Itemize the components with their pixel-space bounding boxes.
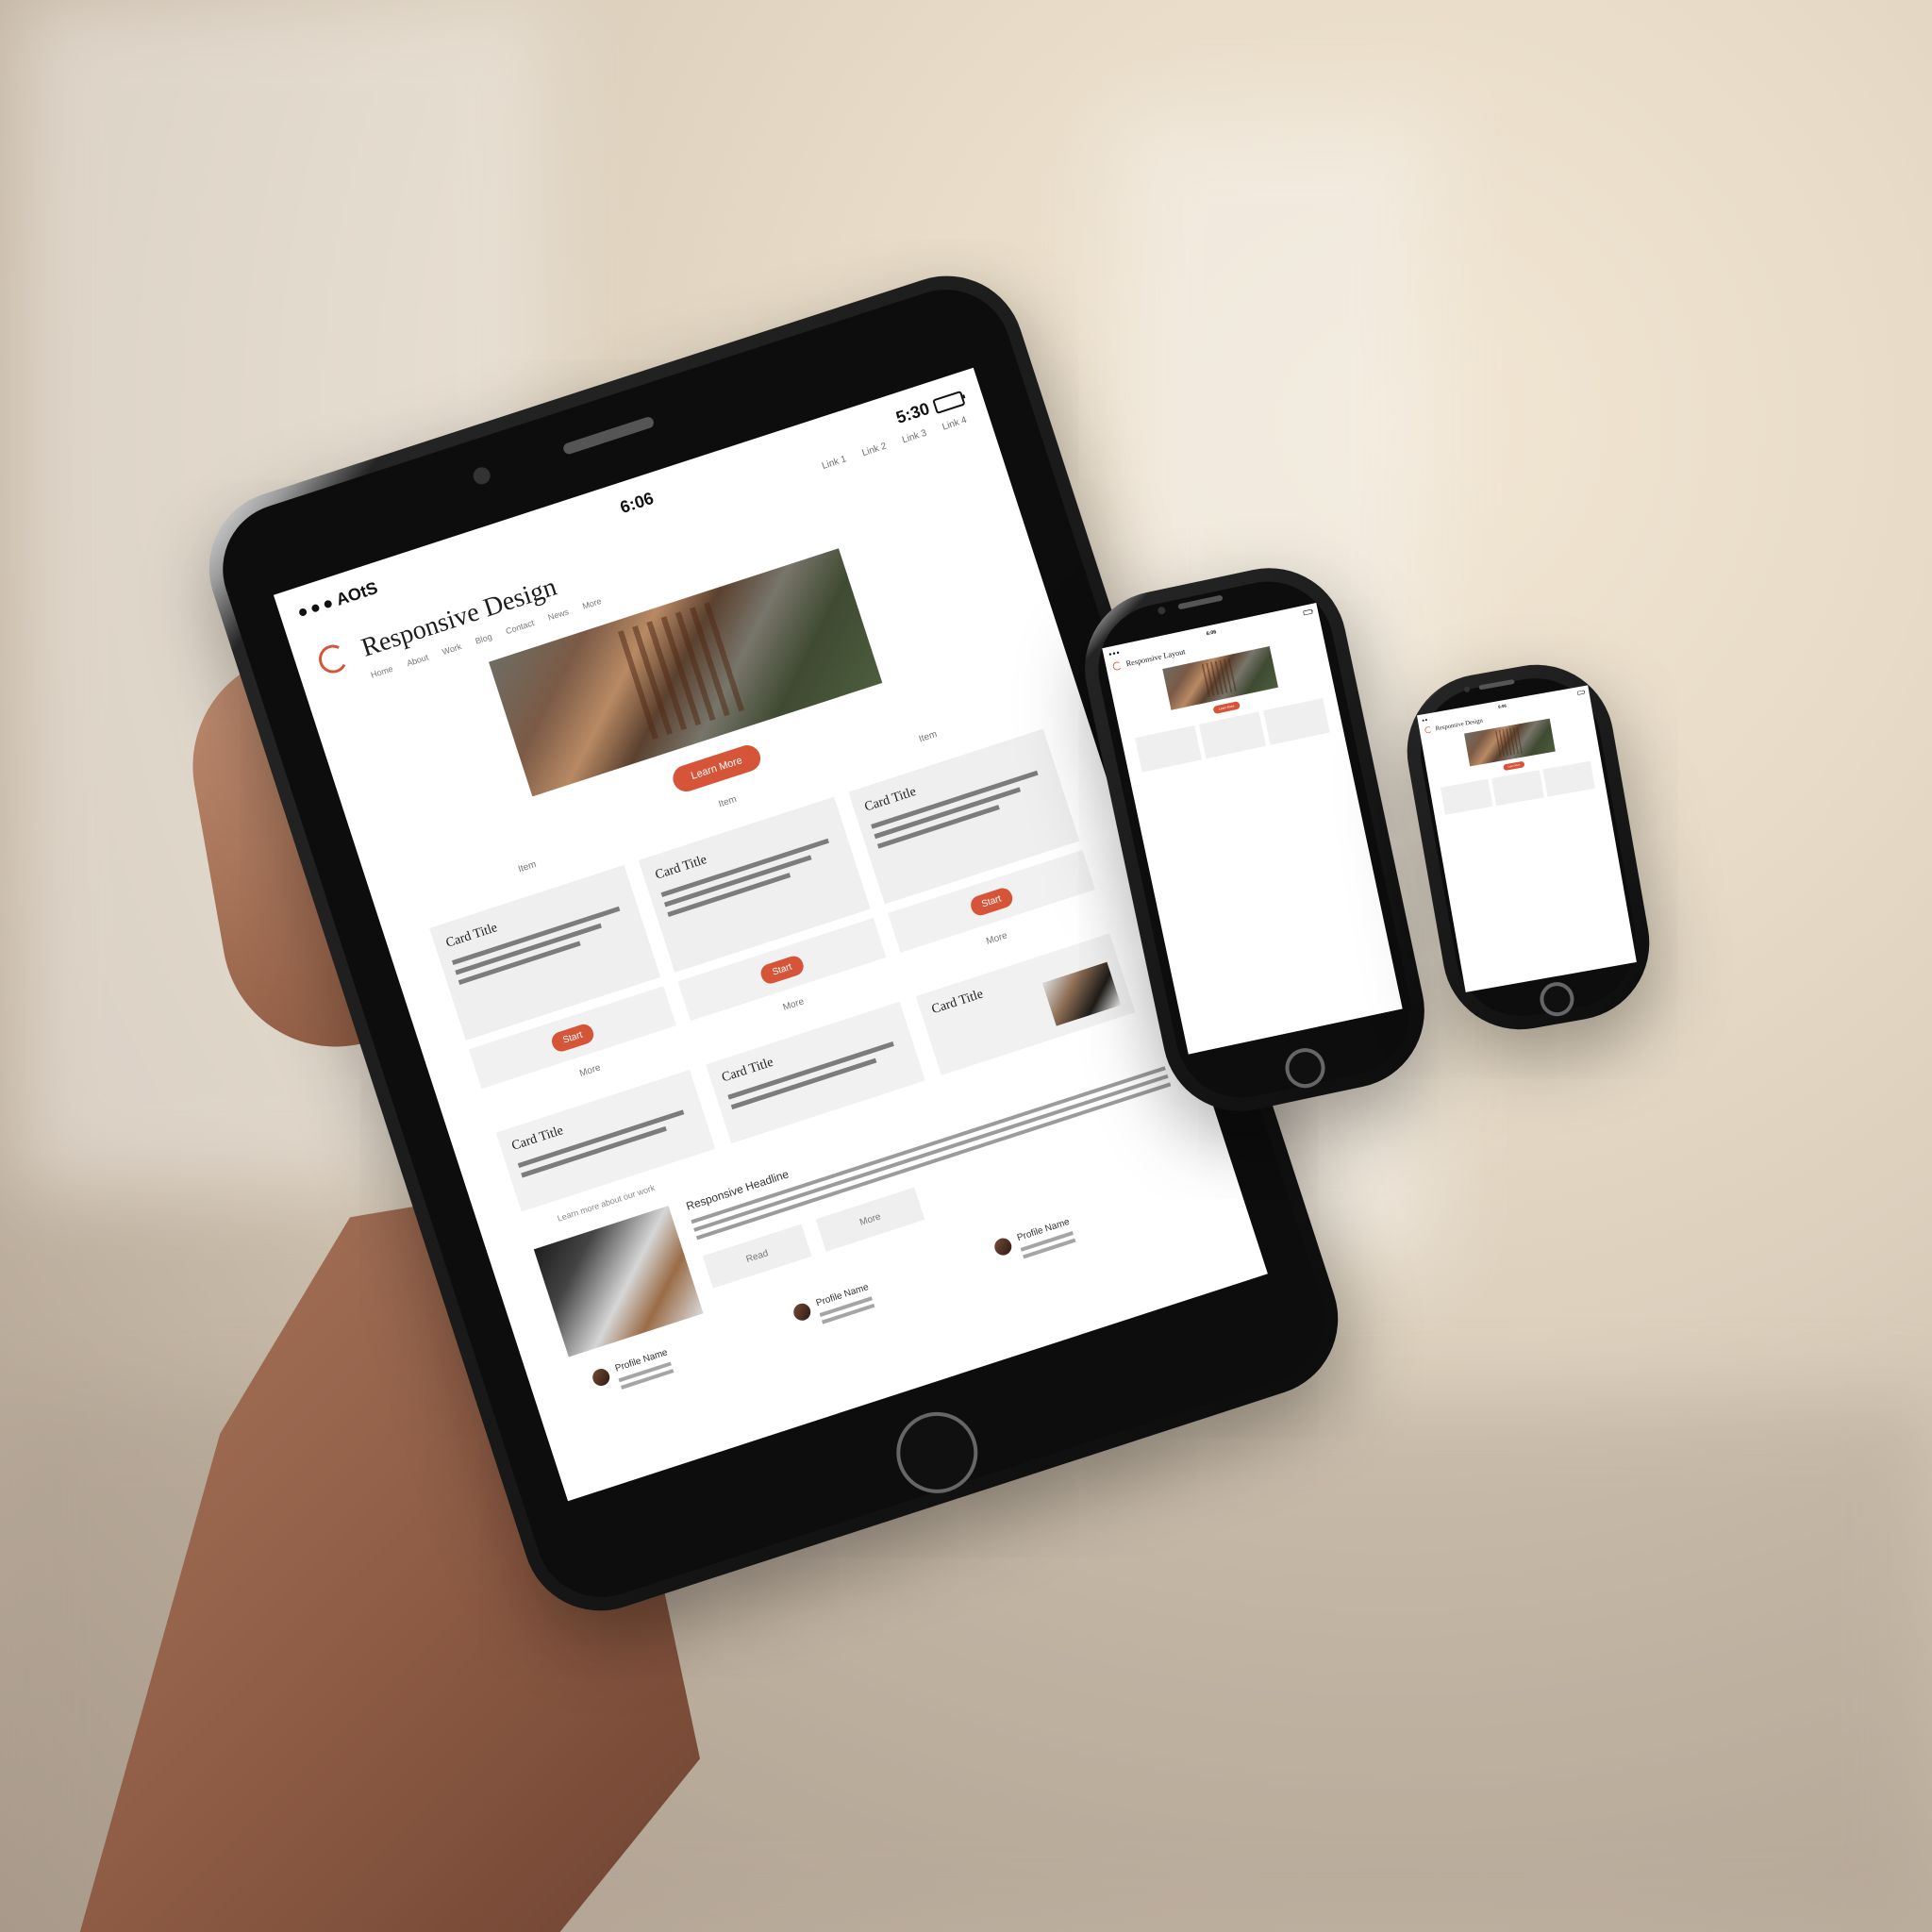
signal-dot-icon — [1116, 651, 1120, 655]
battery-percent-label: 5:30 — [893, 398, 932, 427]
profile-text: Profile Name — [1016, 1217, 1077, 1262]
battery-icon — [1576, 690, 1585, 695]
feature-card[interactable] — [1440, 778, 1493, 815]
signal-dot-icon — [1424, 718, 1427, 722]
feature-card[interactable] — [1542, 760, 1595, 797]
hero-cta-button[interactable]: Learn More — [669, 741, 764, 795]
time-label: 6:06 — [1206, 628, 1217, 637]
battery-icon — [932, 390, 966, 414]
avatar — [591, 1366, 612, 1389]
signal-dot-icon — [1422, 719, 1424, 722]
avatar — [791, 1301, 813, 1324]
signal-dot-icon — [310, 603, 321, 613]
background-scene: AOtS 6:06 5:30 Link 1 Link 2 Link 3 Link… — [0, 0, 1932, 1932]
signal-dot-icon — [1112, 652, 1116, 655]
more-button[interactable]: More — [815, 1187, 925, 1252]
logo-icon — [1424, 725, 1433, 734]
logo-icon — [315, 641, 351, 677]
status-right — [1303, 608, 1313, 616]
read-button[interactable]: Read — [702, 1224, 812, 1289]
feature-card[interactable] — [1262, 697, 1330, 745]
signal-dot-icon — [323, 598, 333, 608]
signal-dot-icon — [297, 607, 308, 617]
profile-text: Profile Name — [815, 1282, 876, 1327]
profile-text: Profile Name — [614, 1347, 675, 1392]
card-start-button[interactable]: Start — [549, 1021, 596, 1054]
logo-icon — [1111, 660, 1123, 672]
card-start-button[interactable]: Start — [968, 885, 1015, 918]
time-label: 6:06 — [617, 488, 657, 518]
feature-card[interactable] — [1198, 711, 1266, 759]
status-left — [1422, 718, 1427, 722]
carrier-label: AOtS — [333, 577, 380, 609]
status-right — [1576, 690, 1585, 695]
card-start-button[interactable]: Start — [758, 953, 806, 986]
signal-dot-icon — [1108, 653, 1112, 656]
status-left — [1108, 651, 1120, 656]
battery-icon — [1303, 608, 1313, 616]
small-phone: 6:06 Responsive Design Learn More — [1394, 652, 1662, 1042]
time-label: 6:06 — [1497, 703, 1507, 709]
feature-card[interactable] — [1491, 770, 1544, 807]
feature-card[interactable] — [1135, 724, 1203, 773]
avatar — [992, 1236, 1014, 1257]
